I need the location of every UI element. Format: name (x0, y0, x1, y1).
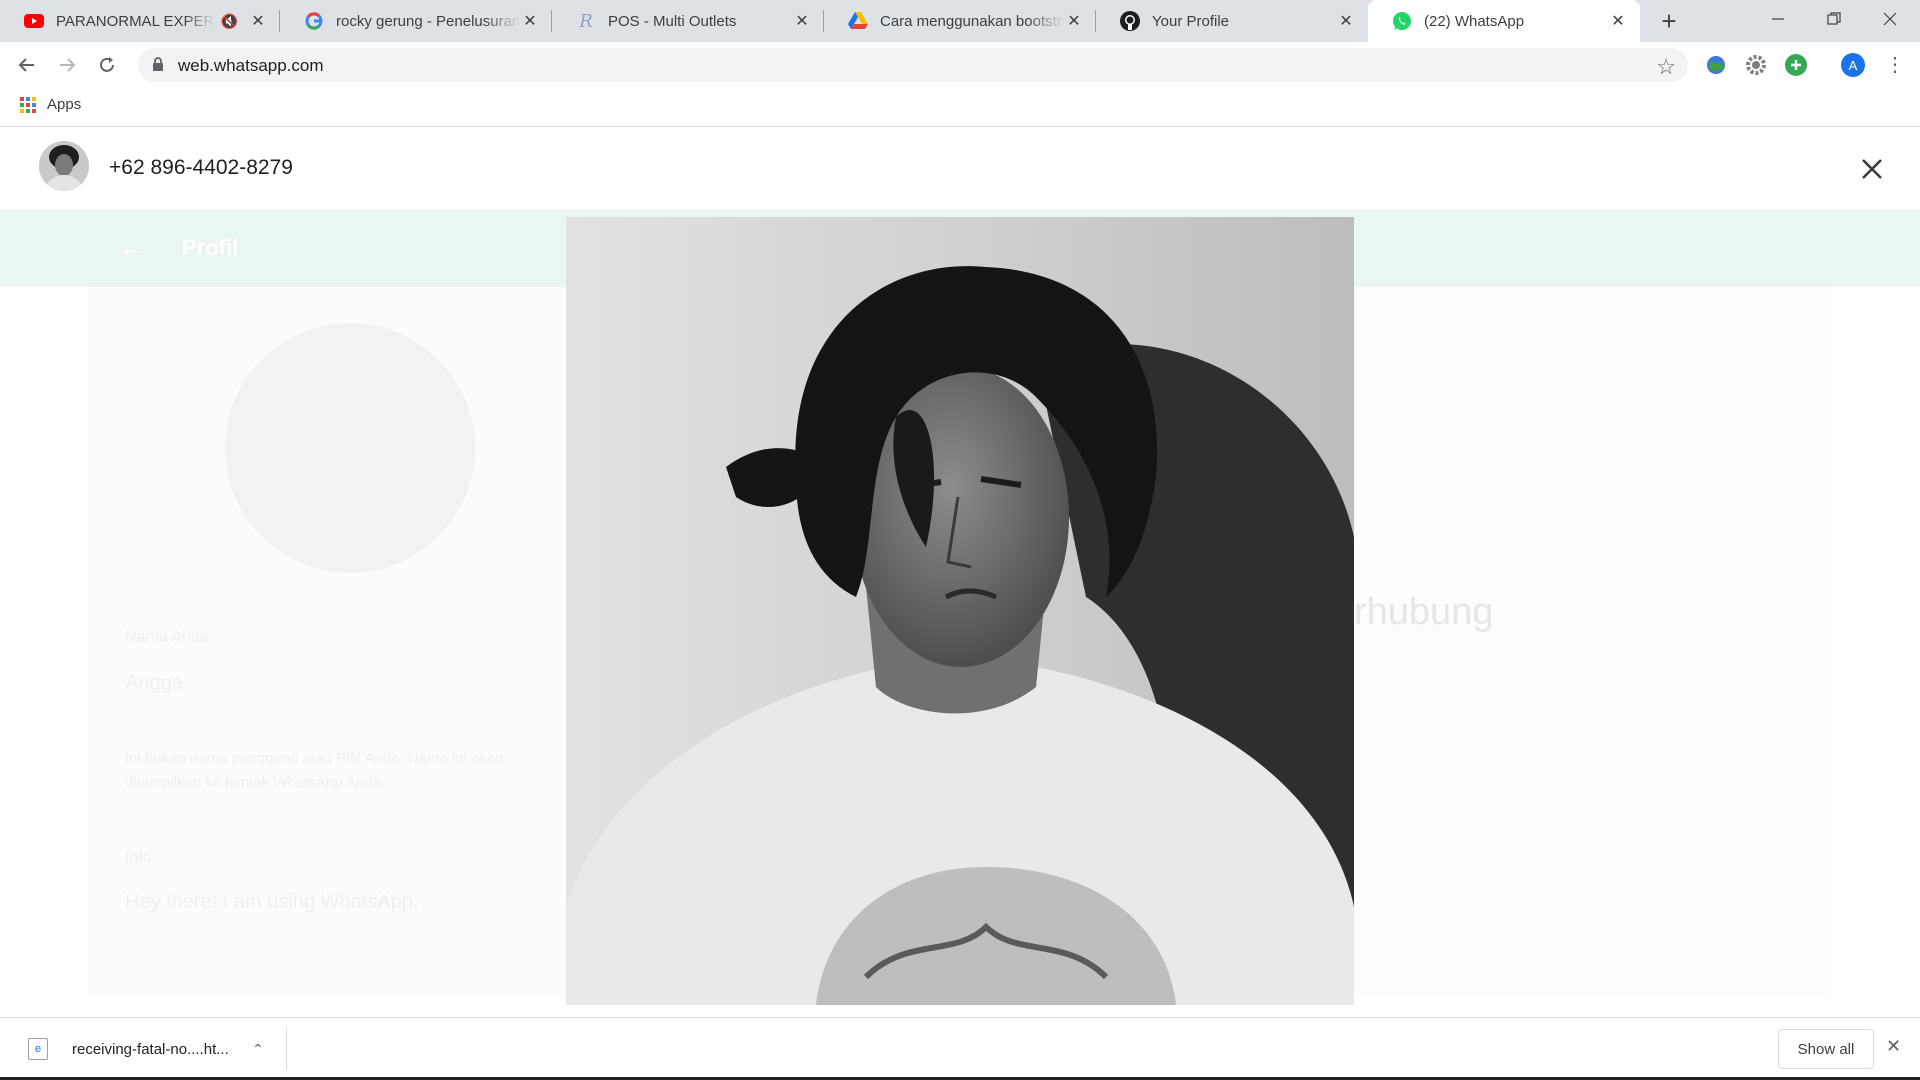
close-icon[interactable] (1852, 149, 1892, 189)
profile-photo[interactable] (225, 323, 475, 573)
forward-button[interactable] (51, 49, 83, 81)
tab-title: POS - Multi Outlets (608, 12, 737, 30)
tab-youtube[interactable]: PARANORMAL EXPERIENCE 🔇 ✕ (0, 0, 280, 42)
apps-shortcut[interactable]: Apps (20, 96, 81, 113)
divider (286, 1028, 287, 1070)
url-text[interactable]: web.whatsapp.com (178, 56, 324, 76)
tab-close-icon[interactable]: ✕ (792, 11, 812, 31)
tab-title: (22) WhatsApp (1424, 12, 1525, 30)
tab-title: Cara menggunakan bootstrap (880, 12, 1064, 30)
extension-globe-icon[interactable] (1705, 54, 1727, 76)
contact-name: +62 896-4402-8279 (109, 156, 293, 179)
tab-pos[interactable]: R POS - Multi Outlets ✕ (552, 0, 824, 42)
lock-icon[interactable] (152, 57, 164, 77)
contact-avatar[interactable] (39, 141, 89, 191)
media-viewer-header: +62 896-4402-8279 (0, 127, 1920, 209)
speaker-muted-icon[interactable]: 🔇 (221, 13, 238, 30)
google-drive-icon (848, 11, 868, 31)
close-shelf-icon[interactable]: ✕ (1886, 1036, 1901, 1057)
tab-close-icon[interactable]: ✕ (248, 11, 268, 31)
name-value[interactable]: Angga (125, 672, 183, 695)
tab-title: Your Profile (1152, 12, 1229, 30)
tab-title: PARANORMAL EXPERIENCE (56, 12, 215, 30)
name-label: Nama Anda (125, 629, 209, 646)
tab-strip: PARANORMAL EXPERIENCE 🔇 ✕ rocky gerung -… (0, 0, 1920, 42)
pos-icon: R (579, 10, 593, 32)
bookmarks-bar: Apps (0, 88, 1920, 127)
github-icon (1120, 11, 1140, 31)
extension-green-icon[interactable] (1785, 54, 1807, 76)
youtube-icon (24, 11, 44, 31)
menu-kebab-icon[interactable]: ⋮ (1885, 52, 1905, 77)
tab-close-icon[interactable]: ✕ (1064, 11, 1084, 31)
name-hint: Ini bukan nama pengguna atau PIN Anda. N… (125, 750, 504, 791)
tab-close-icon[interactable]: ✕ (520, 11, 540, 31)
google-icon (304, 11, 324, 31)
intro-panel (1330, 287, 1830, 997)
profile-avatar-button[interactable]: A (1841, 53, 1865, 77)
chevron-up-icon[interactable]: ⌃ (252, 1041, 264, 1058)
download-file-name: receiving-fatal-no....ht... (72, 1040, 229, 1058)
tab-google-search[interactable]: rocky gerung - Penelusuran Google ✕ (280, 0, 552, 42)
new-tab-button[interactable]: + (1655, 6, 1683, 36)
tab-whatsapp[interactable]: (22) WhatsApp ✕ (1368, 0, 1640, 42)
profile-title: Profil (182, 235, 239, 260)
tab-title: rocky gerung - Penelusuran Google (336, 12, 520, 30)
whatsapp-page: ← Profil Nama Anda Angga Ini bukan nama … (0, 127, 1920, 1017)
info-label: Info (125, 849, 152, 866)
whatsapp-icon (1392, 11, 1412, 31)
bookmark-star-icon[interactable]: ☆ (1656, 54, 1676, 80)
tab-bootstrap[interactable]: Cara menggunakan bootstrap ✕ (824, 0, 1096, 42)
info-value[interactable]: Hey there! I am using WhatsApp. (125, 891, 418, 914)
extension-gear-icon[interactable] (1745, 54, 1767, 76)
minimize-icon[interactable] (1750, 0, 1806, 38)
restore-icon[interactable] (1806, 0, 1862, 38)
intro-heading-fragment: rhubung (1354, 591, 1494, 633)
profile-photo-enlarged (566, 217, 1354, 1005)
download-item[interactable]: e receiving-fatal-no....ht... ⌃ (18, 1018, 286, 1080)
back-arrow-icon[interactable]: ← (118, 231, 146, 263)
html-file-icon: e (28, 1038, 48, 1060)
tab-close-icon[interactable]: ✕ (1608, 11, 1628, 31)
show-all-button[interactable]: Show all (1778, 1029, 1874, 1069)
apps-label: Apps (47, 96, 82, 113)
tab-close-icon[interactable]: ✕ (1336, 11, 1356, 31)
window-close-icon[interactable] (1862, 0, 1918, 38)
tab-github[interactable]: Your Profile ✕ (1096, 0, 1368, 42)
address-bar[interactable]: web.whatsapp.com ☆ (138, 48, 1688, 82)
back-button[interactable] (11, 49, 43, 81)
download-shelf: e receiving-fatal-no....ht... ⌃ Show all… (0, 1017, 1920, 1080)
apps-grid-icon (20, 96, 36, 113)
reload-button[interactable] (91, 49, 123, 81)
browser-toolbar: web.whatsapp.com ☆ A ⋮ (0, 42, 1920, 88)
